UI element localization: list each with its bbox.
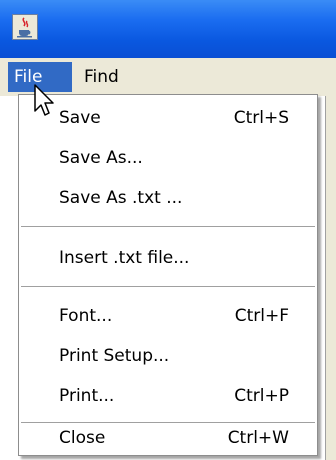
java-app-icon[interactable] [12, 14, 38, 40]
menu-item-close[interactable]: Close Ctrl+W [19, 419, 317, 457]
menu-separator [21, 226, 315, 228]
menu-item-label: Save [59, 108, 101, 128]
menu-separator [21, 286, 315, 288]
menu-item-label: Close [59, 428, 106, 448]
menu-item-font[interactable]: Font... Ctrl+F [19, 297, 317, 335]
menu-item-label: Print Setup... [59, 346, 170, 366]
menu-item-save[interactable]: Save Ctrl+S [19, 99, 317, 137]
menu-item-shortcut: Ctrl+W [227, 428, 289, 448]
file-menu-dropdown: Save Ctrl+S Save As... Save As .txt ... … [18, 94, 318, 456]
menu-item-shortcut: Ctrl+P [234, 386, 289, 406]
menu-item-print-setup[interactable]: Print Setup... [19, 337, 317, 375]
menu-item-label: Print... [59, 386, 115, 406]
menu-item-label: Save As... [59, 148, 143, 168]
menu-item-save-as[interactable]: Save As... [19, 139, 317, 177]
mouse-pointer-icon [34, 84, 54, 116]
menu-item-save-as-txt[interactable]: Save As .txt ... [19, 179, 317, 217]
menu-item-shortcut: Ctrl+S [233, 108, 289, 128]
menu-find[interactable]: Find [78, 62, 138, 92]
menu-item-shortcut: Ctrl+F [234, 306, 289, 326]
title-bar[interactable] [0, 0, 336, 58]
window-content-edge [325, 96, 336, 460]
menu-item-label: Insert .txt file... [59, 248, 190, 268]
menu-item-insert-txt-file[interactable]: Insert .txt file... [19, 239, 317, 277]
menu-item-label: Font... [59, 306, 113, 326]
menu-item-label: Save As .txt ... [59, 188, 183, 208]
menu-item-print[interactable]: Print... Ctrl+P [19, 377, 317, 415]
